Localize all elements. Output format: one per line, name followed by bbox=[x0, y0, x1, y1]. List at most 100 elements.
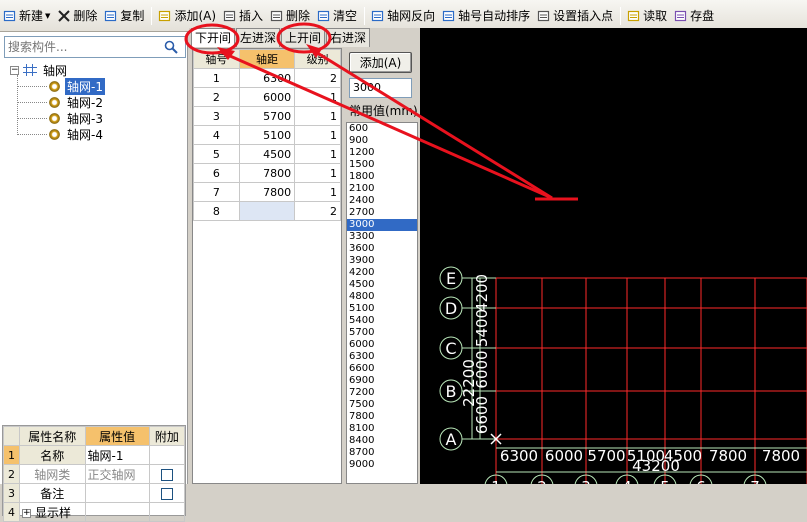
common-value-item[interactable]: 7200 bbox=[347, 387, 417, 399]
tree-node-axis-grid[interactable]: 轴网-3 bbox=[49, 110, 105, 126]
tab-left-depth[interactable]: 左进深 bbox=[236, 28, 281, 47]
toolbar-add-button[interactable]: 添加(A) bbox=[155, 4, 219, 28]
common-value-item[interactable]: 6900 bbox=[347, 375, 417, 387]
toolbar-read-button[interactable]: 读取 bbox=[624, 4, 670, 28]
tab-bottom-bay[interactable]: 下开间 bbox=[191, 28, 236, 47]
common-value-item[interactable]: 3600 bbox=[347, 243, 417, 255]
table-row[interactable]: 4 5100 1 bbox=[193, 125, 341, 145]
axis-number-cell[interactable]: 4 bbox=[193, 125, 240, 145]
axis-number-cell[interactable]: 3 bbox=[193, 106, 240, 126]
common-value-item[interactable]: 1800 bbox=[347, 171, 417, 183]
toolbar-delete-axis-button[interactable]: 删除 bbox=[267, 4, 313, 28]
axis-level-cell[interactable]: 1 bbox=[294, 125, 341, 145]
axis-level-cell[interactable]: 1 bbox=[294, 182, 341, 202]
common-value-item[interactable]: 9000 bbox=[347, 459, 417, 471]
common-value-item[interactable]: 4500 bbox=[347, 279, 417, 291]
search-box[interactable] bbox=[4, 36, 186, 58]
axis-number-cell[interactable]: 6 bbox=[193, 163, 240, 183]
prop-extra[interactable] bbox=[148, 464, 186, 484]
axis-level-cell[interactable]: 1 bbox=[294, 106, 341, 126]
value-input[interactable]: 3000 bbox=[349, 78, 412, 98]
toolbar-copy-button[interactable]: 复制 bbox=[101, 4, 147, 28]
table-row[interactable]: 3 5700 1 bbox=[193, 106, 341, 126]
toolbar-delete-button[interactable]: 删除 bbox=[54, 4, 100, 28]
toolbar-insert-point-button[interactable]: 设置插入点 bbox=[534, 4, 616, 28]
prop-extra[interactable] bbox=[148, 483, 186, 503]
add-button[interactable]: 添加(A) bbox=[349, 52, 412, 73]
collapse-icon[interactable]: − bbox=[10, 65, 19, 75]
prop-value-input[interactable] bbox=[84, 483, 150, 503]
toolbar-save-button[interactable]: 存盘 bbox=[671, 4, 717, 28]
search-button[interactable] bbox=[160, 38, 182, 56]
tab-right-depth[interactable]: 右进深 bbox=[326, 28, 371, 47]
search-input[interactable] bbox=[5, 38, 160, 56]
prop-row[interactable]: 4 + 显示样 bbox=[3, 502, 186, 522]
table-row[interactable]: 7 7800 1 bbox=[193, 182, 341, 202]
tree-node-axis-grid[interactable]: 轴网-2 bbox=[49, 94, 105, 110]
axis-distance-cell[interactable]: 7800 bbox=[238, 182, 296, 202]
common-value-item[interactable]: 600 bbox=[347, 123, 417, 135]
toolbar-auto-sort-button[interactable]: 轴号自动排序 bbox=[439, 4, 533, 28]
tree-node-axis-grid[interactable]: 轴网-1 bbox=[49, 77, 105, 95]
common-value-item[interactable]: 7500 bbox=[347, 399, 417, 411]
expand-icon[interactable]: + bbox=[22, 508, 31, 518]
common-value-item[interactable]: 4200 bbox=[347, 267, 417, 279]
axis-number-cell[interactable]: 8 bbox=[193, 201, 240, 221]
common-value-item[interactable]: 2100 bbox=[347, 183, 417, 195]
axis-distance-cell[interactable]: 7800 bbox=[238, 163, 296, 183]
common-value-item[interactable]: 6300 bbox=[347, 351, 417, 363]
axis-distance-cell[interactable]: 5700 bbox=[238, 106, 296, 126]
axis-number-cell[interactable]: 5 bbox=[193, 144, 240, 164]
axis-level-cell[interactable]: 1 bbox=[294, 163, 341, 183]
tree-node-axis-grid[interactable]: 轴网-4 bbox=[49, 126, 105, 142]
checkbox[interactable] bbox=[160, 468, 173, 481]
axis-distance-cell[interactable] bbox=[238, 201, 296, 221]
common-value-item[interactable]: 8400 bbox=[347, 435, 417, 447]
common-value-item[interactable]: 5400 bbox=[347, 315, 417, 327]
common-value-item[interactable]: 3900 bbox=[347, 255, 417, 267]
common-value-item[interactable]: 1200 bbox=[347, 147, 417, 159]
common-value-item[interactable]: 8100 bbox=[347, 423, 417, 435]
toolbar-clear-button[interactable]: 清空 bbox=[314, 4, 360, 28]
toolbar-grid-reverse-button[interactable]: 轴网反向 bbox=[368, 4, 438, 28]
common-value-item[interactable]: 4800 bbox=[347, 291, 417, 303]
axis-distance-cell[interactable]: 6000 bbox=[238, 87, 296, 107]
common-value-item[interactable]: 3300 bbox=[347, 231, 417, 243]
table-row[interactable]: 6 7800 1 bbox=[193, 163, 341, 183]
prop-row[interactable]: 2 轴网类 正交轴网 bbox=[3, 464, 186, 484]
prop-row[interactable]: 3 备注 bbox=[3, 483, 186, 503]
axis-level-cell[interactable]: 1 bbox=[294, 87, 341, 107]
axis-level-cell[interactable]: 2 bbox=[294, 201, 341, 221]
common-value-item[interactable]: 900 bbox=[347, 135, 417, 147]
axis-distance-cell[interactable]: 5100 bbox=[238, 125, 296, 145]
common-value-item[interactable]: 6600 bbox=[347, 363, 417, 375]
table-row[interactable]: 5 4500 1 bbox=[193, 144, 341, 164]
common-value-item[interactable]: 2700 bbox=[347, 207, 417, 219]
tab-top-bay[interactable]: 上开间 bbox=[281, 28, 326, 47]
prop-value-input[interactable]: 轴网-1 bbox=[84, 445, 150, 465]
common-value-item[interactable]: 8700 bbox=[347, 447, 417, 459]
axis-level-cell[interactable]: 2 bbox=[294, 68, 341, 88]
common-value-item[interactable]: 2400 bbox=[347, 195, 417, 207]
axis-distance-cell[interactable]: 6300 bbox=[238, 68, 296, 88]
axis-distance-cell[interactable]: 4500 bbox=[238, 144, 296, 164]
common-value-item[interactable]: 3000 bbox=[347, 219, 417, 231]
table-row[interactable]: 2 6000 1 bbox=[193, 87, 341, 107]
common-value-item[interactable]: 5100 bbox=[347, 303, 417, 315]
common-value-item[interactable]: 6000 bbox=[347, 339, 417, 351]
axis-number-cell[interactable]: 1 bbox=[193, 68, 240, 88]
common-values-list[interactable]: 600 900 1200 1500 1800 2100 2400 2700 3000 3300 36… bbox=[346, 122, 418, 484]
tree-node-root[interactable]: − 轴网 bbox=[10, 62, 69, 78]
table-row[interactable]: 82 bbox=[193, 201, 341, 221]
common-value-item[interactable]: 5700 bbox=[347, 327, 417, 339]
axis-number-cell[interactable]: 2 bbox=[193, 87, 240, 107]
axis-level-cell[interactable]: 1 bbox=[294, 144, 341, 164]
common-value-item[interactable]: 7800 bbox=[347, 411, 417, 423]
table-row[interactable]: 1 6300 2 bbox=[193, 68, 341, 88]
axis-number-cell[interactable]: 7 bbox=[193, 182, 240, 202]
common-value-item[interactable]: 1500 bbox=[347, 159, 417, 171]
toolbar-new-button[interactable]: 新建 ▼ bbox=[0, 4, 53, 28]
checkbox[interactable] bbox=[160, 487, 173, 500]
prop-row[interactable]: 1 名称 轴网-1 bbox=[3, 445, 186, 465]
prop-name-expandable[interactable]: + 显示样 bbox=[19, 502, 86, 522]
